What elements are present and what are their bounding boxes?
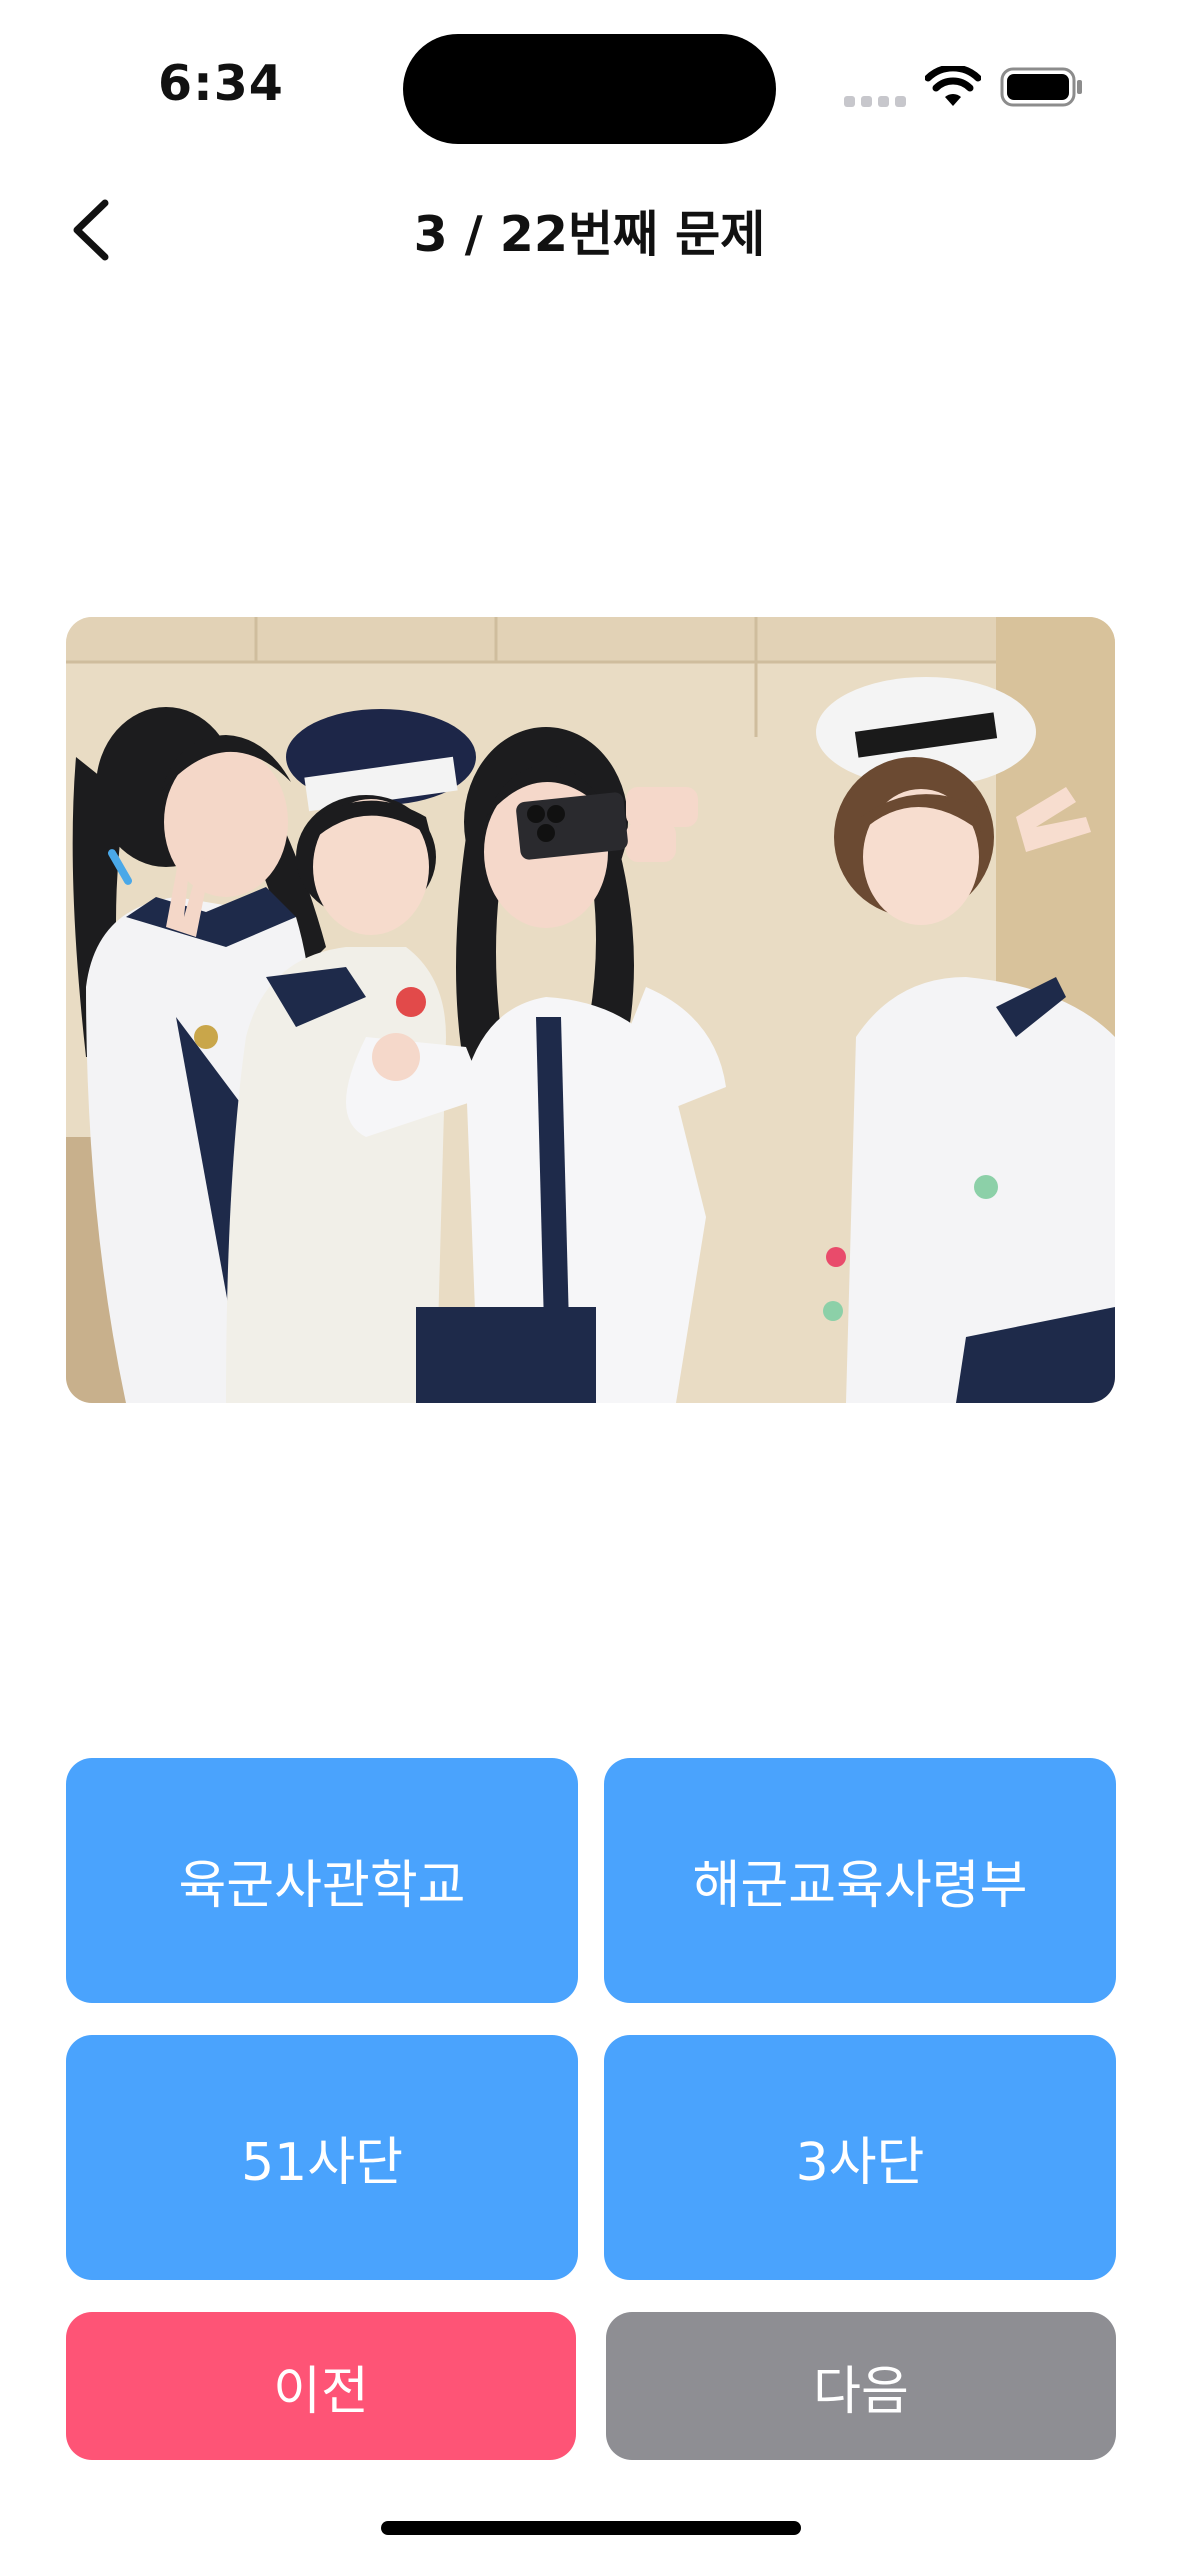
back-button[interactable] (55, 185, 127, 275)
previous-button[interactable]: 이전 (66, 2312, 576, 2460)
chevron-left-icon (73, 199, 109, 261)
dynamic-island (403, 34, 776, 144)
quiz-photo (66, 617, 1115, 1403)
status-time: 6:34 (158, 55, 284, 112)
answer-option-1[interactable]: 육군사관학교 (66, 1758, 578, 2003)
answer-option-3[interactable]: 51사단 (66, 2035, 578, 2280)
wifi-icon (925, 66, 981, 106)
answer-option-4[interactable]: 3사단 (604, 2035, 1116, 2280)
next-button[interactable]: 다음 (606, 2312, 1116, 2460)
question-counter-title: 3 / 22번째 문제 (413, 205, 766, 263)
home-indicator[interactable] (381, 2521, 801, 2535)
cellular-signal-icon (844, 96, 906, 107)
battery-icon (1000, 67, 1082, 107)
answer-option-2[interactable]: 해군교육사령부 (604, 1758, 1116, 2003)
